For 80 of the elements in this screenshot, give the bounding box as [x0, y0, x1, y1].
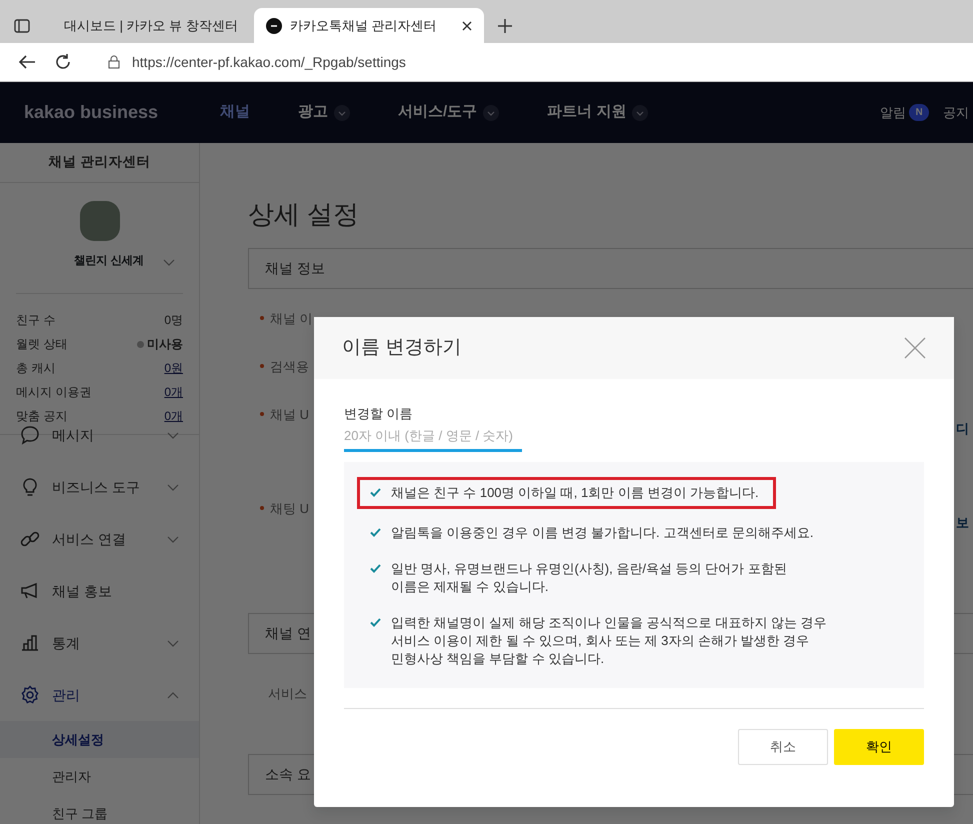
- notice-text: 알림톡을 이용중인 경우 이름 변경 불가합니다. 고객센터로 문의해주세요.: [391, 524, 814, 542]
- link-icon: [20, 529, 40, 549]
- tab-panel-icon[interactable]: [14, 19, 30, 33]
- sidebar-menu-item[interactable]: 비즈니스 도구: [0, 461, 199, 513]
- field-label: 채팅 U: [270, 500, 309, 518]
- field-label: 변경할 이름: [344, 405, 414, 423]
- browser-tab[interactable]: 대시보드 | 카카오 뷰 창작센터: [44, 8, 254, 43]
- chevron-down-icon: [167, 484, 179, 490]
- tab-title: 대시보드 | 카카오 뷰 창작센터: [64, 16, 238, 35]
- logo[interactable]: kakao business: [24, 99, 214, 126]
- stat-value: 0명: [164, 312, 183, 329]
- nav-item[interactable]: 파트너 지원: [541, 100, 654, 125]
- notice-text: 일반 명사, 유명브랜드나 유명인(사칭), 음란/욕설 등의 단어가 포함된 이름은 제재될 수 있습니다.: [391, 560, 788, 596]
- stat-value: 미사용: [147, 336, 183, 353]
- close-icon[interactable]: [462, 20, 472, 30]
- sidebar-menu-item[interactable]: 관리: [0, 669, 199, 721]
- profile-photo-placeholder: [80, 201, 120, 241]
- sidebar-menu-item[interactable]: 통계: [0, 617, 199, 669]
- chevron-down-icon: [483, 104, 500, 120]
- dialog-title: 이름 변경하기: [342, 336, 462, 360]
- browser-tab[interactable]: 카카오톡채널 관리자센터: [254, 8, 484, 43]
- new-tab-icon[interactable]: [498, 19, 512, 33]
- tab-title: 카카오톡채널 관리자센터: [290, 16, 438, 35]
- megaphone-icon: [20, 581, 40, 601]
- nav-item[interactable]: 서비스/도구: [392, 100, 506, 125]
- stat-label: 총 캐시: [16, 360, 56, 377]
- cancel-button[interactable]: 취소: [738, 729, 828, 765]
- chevron-down-icon: [632, 104, 648, 120]
- close-button[interactable]: [904, 337, 926, 359]
- sidebar-menu-item[interactable]: 채널 홍보: [0, 565, 199, 617]
- reload-icon[interactable]: [54, 53, 72, 71]
- check-icon: [370, 528, 381, 537]
- sidebar-menu-item[interactable]: 서비스 연결: [0, 513, 199, 565]
- status-dot-icon: [136, 340, 144, 348]
- back-icon[interactable]: [18, 54, 36, 70]
- check-icon: [370, 618, 381, 627]
- sidebar-submenu-item[interactable]: 상세설정: [0, 721, 199, 758]
- bullet-icon: [260, 364, 264, 368]
- field-label: 서비스: [268, 685, 307, 703]
- stat-label: 맞춤 공지: [16, 408, 68, 425]
- alert-link[interactable]: 알림: [880, 102, 906, 122]
- field-label: 채널 이: [270, 310, 313, 328]
- notice-text: 채널은 친구 수 100명 이하일 때, 1회만 이름 변경이 가능합니다.: [391, 484, 759, 502]
- notification-badge: N: [909, 104, 929, 121]
- sidebar-title: 채널 관리자센터: [0, 143, 199, 183]
- chevron-up-icon: [167, 692, 179, 698]
- address-bar[interactable]: https://center-pf.kakao.com/_Rpgab/settings: [90, 47, 973, 77]
- chevron-down-icon: [162, 258, 175, 266]
- stat-label: 월렛 상태: [16, 336, 68, 353]
- lock-icon: [108, 55, 120, 69]
- field-label: 채널 U: [270, 406, 309, 424]
- chevron-down-icon: [167, 640, 179, 646]
- nav-item[interactable]: 채널: [214, 100, 256, 125]
- bar-chart-icon: [20, 633, 40, 653]
- stat-link[interactable]: 0개: [164, 383, 183, 401]
- check-icon: [370, 564, 381, 573]
- gear-icon: [20, 685, 40, 705]
- page-title: 상세 설정: [248, 198, 360, 231]
- lightbulb-icon: [20, 477, 40, 497]
- field-label: 검색용: [270, 358, 309, 376]
- side-link[interactable]: 보: [956, 513, 969, 532]
- side-link[interactable]: 디: [956, 419, 969, 438]
- url-text: https://center-pf.kakao.com/_Rpgab/settings: [132, 52, 406, 72]
- stat-link[interactable]: 0원: [164, 359, 183, 377]
- stat-link[interactable]: 0개: [164, 407, 183, 425]
- check-icon: [370, 488, 381, 497]
- speech-bubble-icon: [20, 425, 40, 445]
- section-header: 채널 정보: [248, 248, 973, 289]
- bullet-icon: [260, 412, 264, 416]
- bullet-icon: [260, 506, 264, 510]
- nav-item[interactable]: 광고: [292, 100, 356, 125]
- chevron-down-icon: [167, 432, 179, 438]
- chevron-down-icon: [167, 536, 179, 542]
- bullet-icon: [260, 316, 264, 320]
- confirm-button[interactable]: 확인: [834, 729, 924, 765]
- stat-label: 메시지 이용권: [16, 384, 92, 401]
- chevron-down-icon: [334, 104, 350, 120]
- stat-label: 친구 수: [16, 312, 56, 329]
- channel-selector[interactable]: 챌린지 신세계: [74, 253, 175, 271]
- notice-link[interactable]: 공지: [943, 102, 969, 122]
